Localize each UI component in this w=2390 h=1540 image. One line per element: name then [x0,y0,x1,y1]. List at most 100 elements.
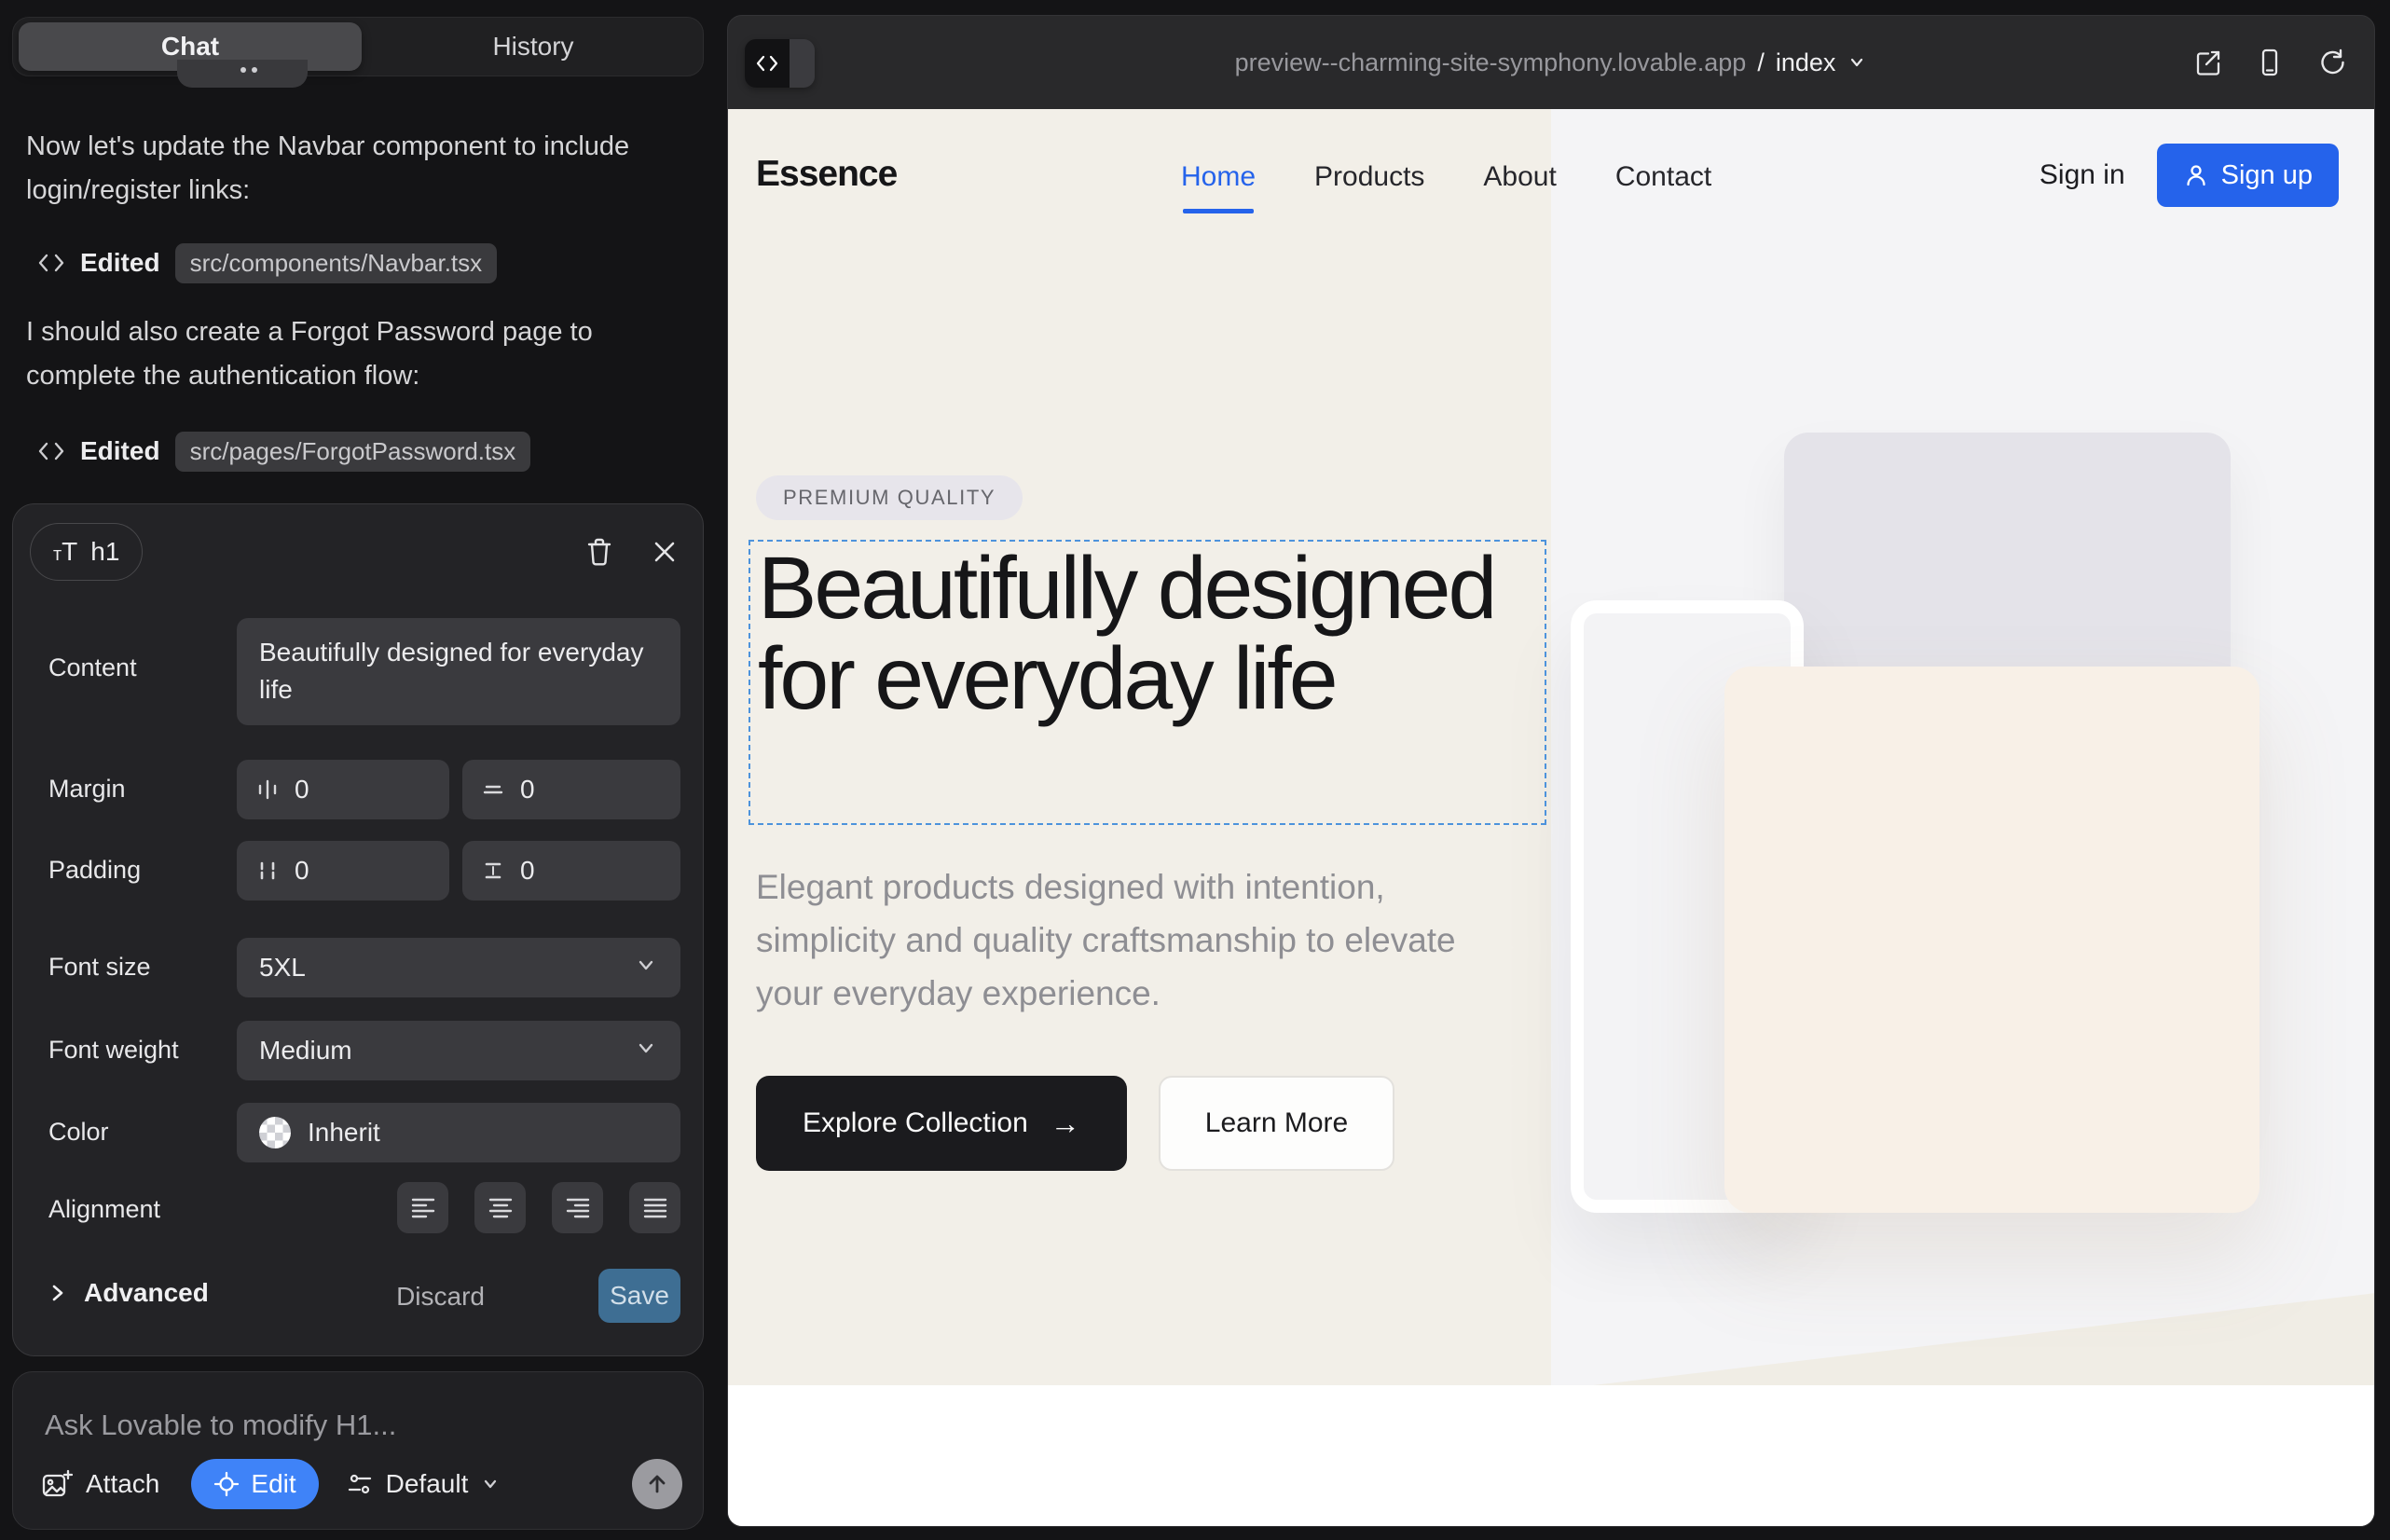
align-right-button[interactable] [552,1182,603,1233]
sign-in-link[interactable]: Sign in [2040,159,2125,191]
chat-composer: Attach Edit Default [12,1371,704,1530]
alignment-row: Alignment [35,1182,680,1236]
chevron-right-icon [48,1282,67,1304]
h1-selection-outline[interactable]: Beautifully designed for everyday life [749,540,1546,825]
mobile-phone-icon [2254,47,2286,78]
target-icon [213,1471,240,1497]
sign-up-button[interactable]: Sign up [2157,144,2339,207]
margin-vertical-icon [481,777,505,802]
alignment-label: Alignment [48,1195,160,1224]
font-size-label: Font size [48,953,151,982]
mobile-view-button[interactable] [2251,44,2288,81]
align-justify-button[interactable] [629,1182,680,1233]
url-page: index [1776,48,1836,77]
assistant-message: Now let's update the Navbar component to… [26,125,679,213]
hero-cta-group: Explore Collection → Learn More [756,1076,1394,1171]
edited-file-row: Edited src/pages/ForgotPassword.tsx [37,431,530,472]
margin-horizontal-icon [255,777,280,802]
code-icon [37,252,65,274]
sliders-icon [347,1471,373,1497]
align-left-button[interactable] [397,1182,448,1233]
padding-x-input[interactable]: 0 [237,841,449,901]
selected-element-tag: тT h1 [30,523,143,581]
nav-links: Home Products About Contact [1181,161,1711,193]
close-panel-button[interactable] [643,530,686,573]
padding-y-input[interactable]: 0 [462,841,680,901]
page-below-fold [728,1385,2374,1526]
nav-link-about[interactable]: About [1483,161,1556,193]
refresh-button[interactable] [2313,44,2350,81]
send-button[interactable] [632,1459,682,1509]
toolbar-actions [2190,16,2350,109]
element-tag-label: h1 [90,537,119,567]
align-right-icon [564,1195,592,1221]
color-select[interactable]: Inherit [237,1103,680,1162]
attach-button[interactable]: Attach [41,1469,159,1499]
font-weight-select[interactable]: Medium [237,1021,680,1080]
sidebar-tabbar: Chat History [12,17,704,76]
margin-row: Margin 0 0 [35,760,680,819]
premium-quality-badge: PREMIUM QUALITY [756,475,1023,520]
align-center-icon [487,1195,515,1221]
save-button[interactable]: Save [598,1269,680,1323]
browser-toolbar: preview--charming-site-symphony.lovable.… [728,16,2374,109]
tab-history[interactable]: History [367,22,699,71]
dot [240,67,246,73]
dot [252,67,257,73]
nav-auth: Sign in Sign up [2040,144,2339,207]
arrow-right-icon: → [1051,1107,1080,1141]
padding-vertical-icon [481,859,505,883]
image-plus-icon [41,1469,73,1499]
editor-footer: Advanced Discard Save [35,1269,680,1327]
typography-icon: тT [53,537,77,567]
font-weight-row: Font weight Medium [35,1021,680,1080]
site-page: Essence Home Products About Contact Sign… [728,109,2374,1526]
chevron-down-icon [1847,52,1867,73]
edited-file-row: Edited src/components/Navbar.tsx [37,242,497,283]
advanced-toggle[interactable]: Advanced [48,1278,209,1308]
content-row: Content Beautifully designed for everyda… [35,618,680,725]
element-editor-panel: тT h1 Content Beautifully designed for e… [12,503,704,1356]
align-justify-icon [641,1195,669,1221]
font-size-select[interactable]: 5XL [237,938,680,997]
file-badge[interactable]: src/pages/ForgotPassword.tsx [175,432,531,472]
hero-heading[interactable]: Beautifully designed for everyday life [758,543,1541,724]
color-label: Color [48,1118,109,1147]
learn-more-button[interactable]: Learn More [1159,1076,1394,1171]
discard-button[interactable]: Discard [396,1282,485,1312]
file-badge[interactable]: src/components/Navbar.tsx [175,243,498,283]
margin-label: Margin [48,775,126,804]
assistant-message: I should also create a Forgot Password p… [26,310,679,398]
explore-collection-button[interactable]: Explore Collection → [756,1076,1127,1171]
nav-link-products[interactable]: Products [1314,161,1424,193]
delete-element-button[interactable] [578,530,621,573]
padding-row: Padding 0 0 [35,841,680,901]
arrow-up-icon [645,1472,669,1496]
open-in-new-tab-button[interactable] [2190,44,2227,81]
chevron-down-icon [634,953,658,983]
align-left-icon [409,1195,437,1221]
site-logo[interactable]: Essence [756,154,897,195]
margin-x-input[interactable]: 0 [237,760,449,819]
user-icon [2183,162,2209,188]
nav-link-home[interactable]: Home [1181,161,1256,193]
color-row: Color Inherit [35,1103,680,1162]
hero-paragraph: Elegant products designed with intention… [756,860,1502,1020]
edit-mode-button[interactable]: Edit [191,1459,318,1509]
model-selector[interactable]: Default [347,1469,501,1499]
url-bar[interactable]: preview--charming-site-symphony.lovable.… [728,16,2374,109]
composer-input[interactable] [45,1402,660,1449]
padding-horizontal-icon [255,859,280,883]
chat-sidebar: Chat History Now let's update the Navbar… [0,0,727,1540]
margin-y-input[interactable]: 0 [462,760,680,819]
align-center-button[interactable] [474,1182,526,1233]
nav-link-contact[interactable]: Contact [1615,161,1711,193]
edited-label: Edited [80,248,160,278]
content-input[interactable]: Beautifully designed for everyday life [237,618,680,725]
external-link-icon [2192,47,2224,78]
site-navbar: Essence Home Products About Contact Sign… [728,109,2374,249]
code-icon [37,440,65,462]
font-weight-label: Font weight [48,1036,179,1065]
content-label: Content [48,653,137,682]
refresh-icon [2315,47,2347,78]
